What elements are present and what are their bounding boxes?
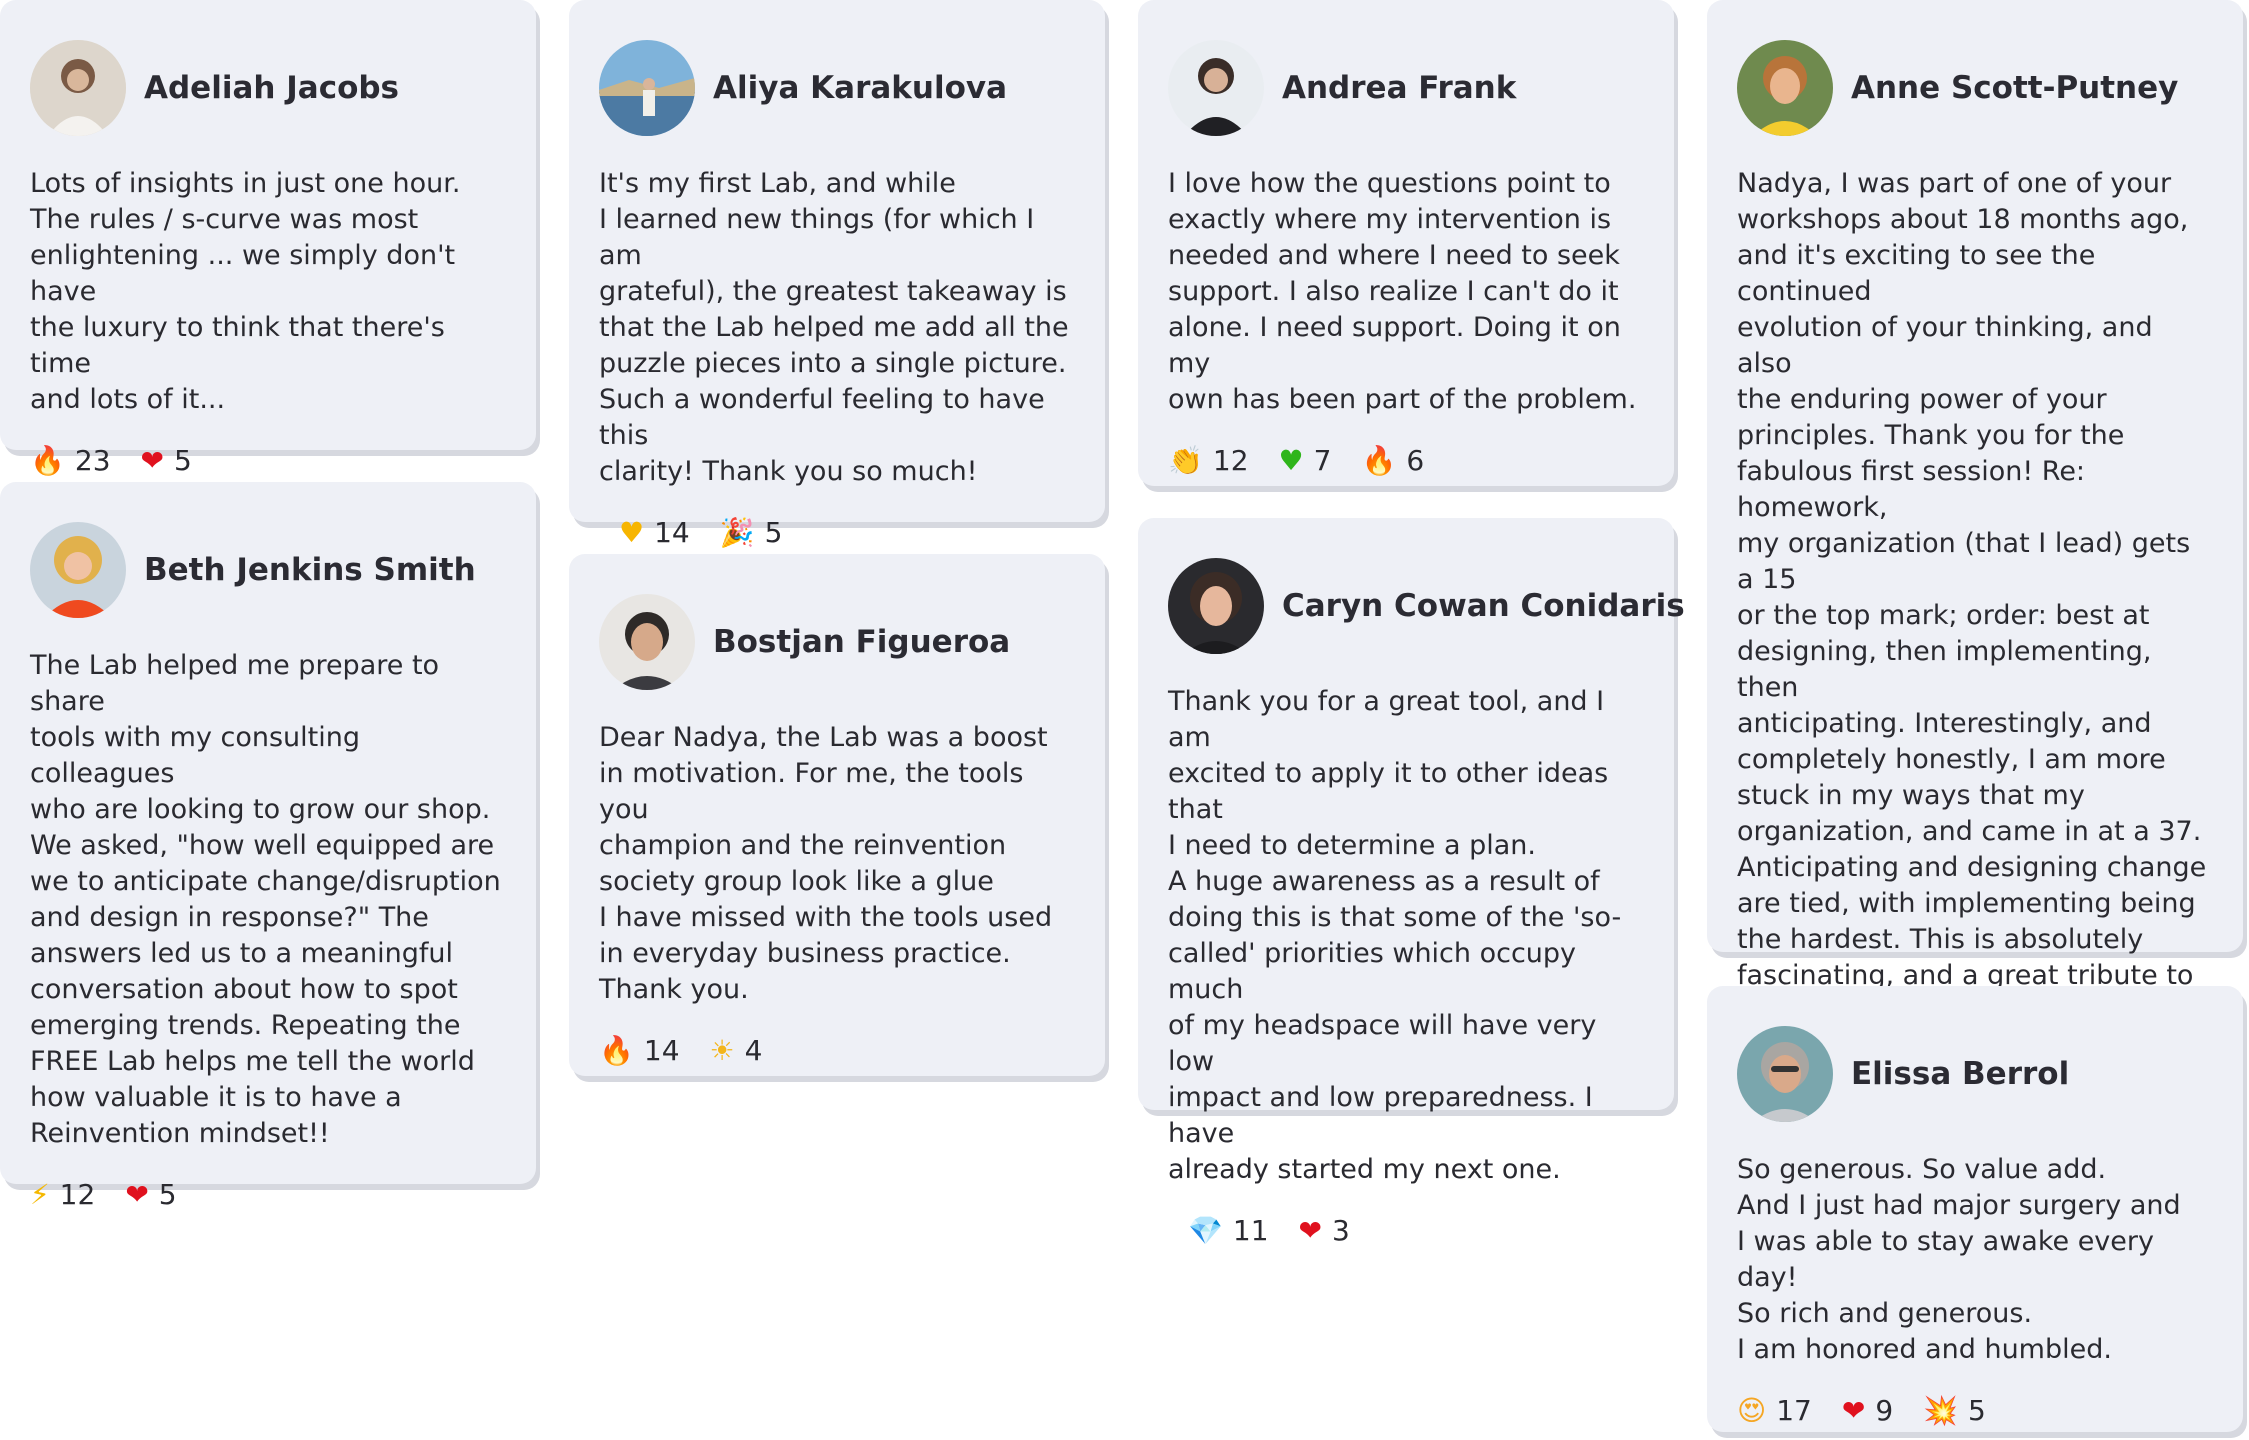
fire-icon: 🔥 (1361, 443, 1397, 477)
testimonial-text: Thank you for a great tool, and I am exc… (1168, 686, 1622, 1185)
heart-icon: ❤ (140, 443, 164, 477)
reaction-lightning[interactable]: ⚡ 12 (30, 1178, 95, 1211)
avatar (1737, 1026, 1833, 1122)
reaction-count: 11 (1232, 1214, 1269, 1247)
testimonial-text: Lots of insights in just one hour. The r… (30, 168, 461, 415)
reaction-count: 4 (744, 1034, 763, 1067)
reaction-count: 12 (59, 1178, 96, 1211)
reactions: 🔥 14 ☀ 4 (599, 1034, 1075, 1067)
heart-icon: ❤ (1841, 1393, 1866, 1427)
reaction-heart[interactable]: ❤ 9 (1842, 1394, 1893, 1427)
reaction-sun[interactable]: ☀ 4 (710, 1034, 763, 1067)
testimonial-card: Beth Jenkins Smith The Lab helped me pre… (0, 482, 536, 1211)
reaction-collision[interactable]: 💥 5 (1923, 1394, 1986, 1427)
testimonial-card: Caryn Cowan Conidaris Thank you for a gr… (1138, 518, 1685, 1247)
heart-eyes-icon: 😍 (1737, 1393, 1767, 1427)
reaction-clap[interactable]: 👏 12 (1168, 444, 1249, 477)
reaction-count: 3 (1331, 1214, 1350, 1247)
testimonial-text: So generous. So value add. And I just ha… (1737, 1154, 2181, 1365)
reaction-count: 5 (173, 444, 192, 477)
author-name: Elissa Berrol (1851, 1056, 2070, 1092)
card-header: Aliya Karakulova (599, 40, 1075, 136)
card-header: Bostjan Figueroa (599, 594, 1075, 690)
testimonial-card: Bostjan Figueroa Dear Nadya, the Lab was… (569, 554, 1105, 1076)
avatar (1168, 40, 1264, 136)
author-name: Anne Scott-Putney (1851, 70, 2179, 106)
reaction-fire[interactable]: 🔥 14 (599, 1034, 680, 1067)
yellow-heart-icon: ♥ (619, 515, 645, 549)
author-name: Andrea Frank (1282, 70, 1517, 106)
card-header: Anne Scott-Putney (1737, 40, 2213, 136)
reaction-count: 17 (1776, 1394, 1812, 1427)
reaction-heart[interactable]: ❤ 3 (1299, 1214, 1350, 1247)
reaction-count: 7 (1313, 444, 1332, 477)
reactions: 👏 12 ♥ 7 🔥 6 (1168, 444, 1644, 477)
reaction-green-heart[interactable]: ♥ 7 (1279, 444, 1332, 477)
author-name: Adeliah Jacobs (144, 70, 400, 106)
reaction-gem[interactable]: 💎 11 (1188, 1214, 1269, 1247)
testimonial-card: Anne Scott-Putney Nadya, I was part of o… (1707, 0, 2243, 1125)
reaction-heart[interactable]: ❤ 5 (141, 444, 192, 477)
party-popper-icon: 🎉 (719, 515, 755, 549)
reaction-party-popper[interactable]: 🎉 5 (720, 516, 783, 549)
card-header: Adeliah Jacobs (30, 40, 506, 136)
lightning-icon: ⚡ (30, 1177, 50, 1211)
reaction-fire[interactable]: 🔥 23 (30, 444, 111, 477)
author-name: Beth Jenkins Smith (144, 552, 476, 588)
fire-icon: 🔥 (30, 443, 65, 477)
reaction-count: 23 (74, 444, 111, 477)
avatar (1168, 558, 1264, 654)
reaction-count: 14 (643, 1034, 680, 1067)
reaction-count: 5 (764, 516, 783, 549)
testimonial-card: Elissa Berrol So generous. So value add.… (1707, 986, 2243, 1432)
testimonial-text: Nadya, I was part of one of your worksho… (1737, 168, 2207, 1063)
testimonial-text: Dear Nadya, the Lab was a boost in motiv… (599, 722, 1053, 1005)
reaction-count: 9 (1875, 1394, 1894, 1427)
avatar (599, 594, 695, 690)
author-name: Aliya Karakulova (713, 70, 1008, 106)
reactions: 🔥 23 ❤ 5 (30, 444, 506, 477)
card-header: Caryn Cowan Conidaris (1168, 558, 1685, 654)
collision-icon: 💥 (1923, 1393, 1959, 1427)
gem-icon: 💎 (1188, 1213, 1223, 1247)
reactions: 💎 11 ❤ 3 (1168, 1214, 1644, 1247)
card-header: Andrea Frank (1168, 40, 1644, 136)
testimonials-wall: Adeliah Jacobs Lots of insights in just … (0, 0, 2249, 1440)
heart-icon: ❤ (1298, 1213, 1322, 1247)
card-header: Beth Jenkins Smith (30, 522, 506, 618)
reaction-count: 14 (654, 516, 690, 549)
fire-icon: 🔥 (599, 1033, 634, 1067)
reaction-heart-eyes[interactable]: 😍 17 (1737, 1394, 1812, 1427)
reactions: ♥ 14 🎉 5 (599, 516, 1075, 549)
reactions: 😍 17 ❤ 9 💥 5 (1737, 1394, 2213, 1427)
reaction-count: 5 (1968, 1394, 1986, 1427)
card-header: Elissa Berrol (1737, 1026, 2213, 1122)
avatar (599, 40, 695, 136)
testimonial-card: Andrea Frank I love how the questions po… (1138, 0, 1674, 486)
avatar (1737, 40, 1833, 136)
author-name: Caryn Cowan Conidaris (1282, 588, 1685, 624)
reaction-heart[interactable]: ❤ 5 (125, 1178, 176, 1211)
avatar (30, 522, 126, 618)
reaction-count: 12 (1212, 444, 1249, 477)
avatar (30, 40, 126, 136)
testimonial-card: Aliya Karakulova It's my first Lab, and … (569, 0, 1105, 549)
sun-icon: ☀ (709, 1033, 735, 1067)
reaction-yellow-heart[interactable]: ♥ 14 (619, 516, 690, 549)
testimonial-text: I love how the questions point to exactl… (1168, 168, 1637, 415)
reaction-count: 6 (1406, 444, 1425, 477)
testimonial-card: Adeliah Jacobs Lots of insights in just … (0, 0, 536, 477)
reaction-count: 5 (158, 1178, 177, 1211)
reactions: ⚡ 12 ❤ 5 (30, 1178, 506, 1211)
green-heart-icon: ♥ (1278, 443, 1304, 477)
reaction-fire[interactable]: 🔥 6 (1361, 444, 1424, 477)
author-name: Bostjan Figueroa (713, 624, 1011, 660)
heart-icon: ❤ (125, 1177, 149, 1211)
testimonial-text: The Lab helped me prepare to share tools… (30, 650, 501, 1149)
testimonial-text: It's my first Lab, and while I learned n… (599, 168, 1069, 487)
clapping-hands-icon: 👏 (1168, 443, 1203, 477)
